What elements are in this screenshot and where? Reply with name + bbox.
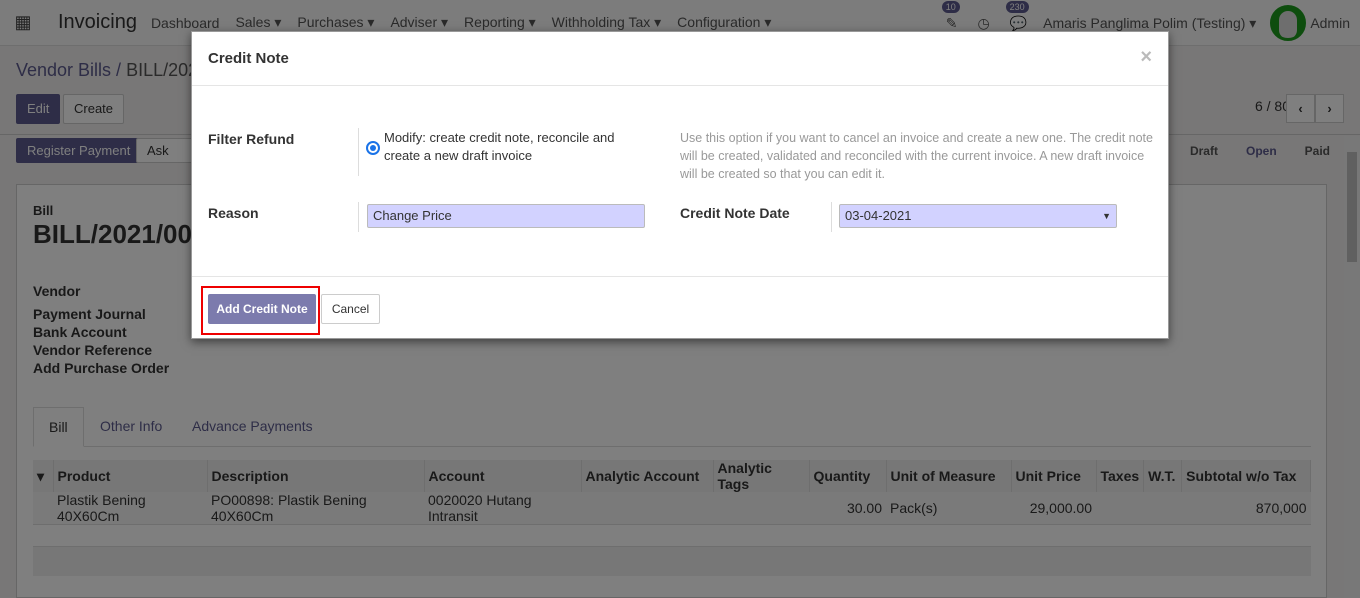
filter-help-text: Use this option if you want to cancel an…	[680, 131, 1153, 181]
divider	[358, 128, 359, 176]
dialog-title: Credit Note	[192, 32, 1168, 86]
divider	[358, 202, 359, 232]
divider	[831, 202, 832, 232]
modify-option-label[interactable]: Modify: create credit note, reconcile an…	[384, 129, 634, 165]
add-credit-note-button[interactable]: Add Credit Note	[208, 294, 316, 324]
cancel-button[interactable]: Cancel	[321, 294, 380, 324]
date-value: 03-04-2021	[845, 208, 912, 223]
credit-note-dialog: Credit Note × Filter Refund Modify: crea…	[191, 31, 1169, 339]
close-icon[interactable]: ×	[1140, 46, 1152, 69]
reason-label: Reason	[208, 205, 259, 221]
reason-input[interactable]: Change Price	[367, 204, 645, 228]
filter-refund-label: Filter Refund	[208, 131, 295, 147]
credit-note-date-label: Credit Note Date	[680, 205, 790, 221]
dialog-footer: Add Credit Note Cancel	[192, 276, 1168, 338]
modify-radio[interactable]	[366, 141, 380, 155]
dropdown-caret-icon: ▼	[1102, 211, 1111, 221]
credit-note-date-input[interactable]: 03-04-2021 ▼	[839, 204, 1117, 228]
